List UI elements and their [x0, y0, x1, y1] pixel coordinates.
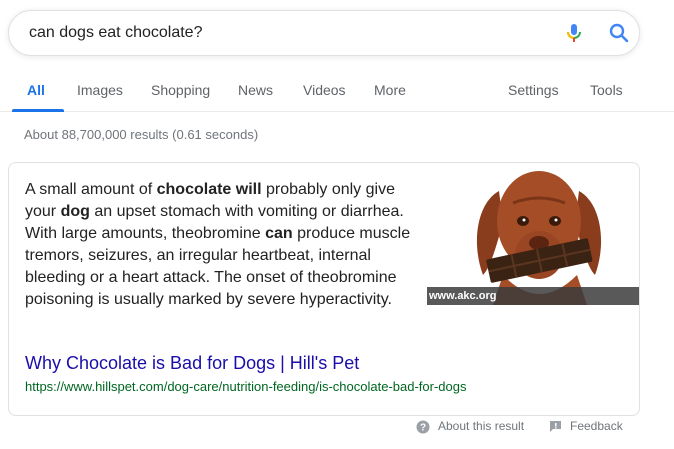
tab-settings[interactable]: Settings — [508, 82, 559, 98]
result-url[interactable]: https://www.hillspet.com/dog-care/nutrit… — [25, 379, 467, 394]
search-input[interactable] — [29, 11, 549, 55]
tab-all[interactable]: All — [27, 82, 45, 98]
featured-snippet: A small amount of chocolate will probabl… — [8, 162, 640, 416]
tab-shopping[interactable]: Shopping — [151, 82, 210, 98]
dog-with-chocolate-image — [427, 163, 639, 305]
tab-images[interactable]: Images — [77, 82, 123, 98]
feedback-icon — [550, 421, 561, 433]
mic-icon[interactable] — [562, 21, 586, 45]
tab-tools[interactable]: Tools — [590, 82, 623, 98]
snippet-bold: can — [265, 225, 293, 242]
snippet-part: A small amount of — [25, 181, 157, 198]
about-label: About this result — [438, 419, 525, 433]
help-icon: ? — [416, 420, 430, 434]
search-tabs: All Images Shopping News Videos More Set… — [0, 58, 674, 112]
active-tab-indicator — [12, 109, 64, 112]
svg-text:?: ? — [420, 422, 426, 433]
tab-videos[interactable]: Videos — [303, 82, 346, 98]
snippet-bold: chocolate will — [156, 181, 262, 198]
search-bar — [8, 10, 640, 56]
tab-more[interactable]: More — [374, 82, 406, 98]
tab-news[interactable]: News — [238, 82, 273, 98]
snippet-bold: dog — [60, 203, 90, 220]
snippet-image[interactable]: www.akc.org — [427, 163, 639, 305]
search-icon[interactable] — [607, 21, 631, 45]
feedback-label: Feedback — [570, 419, 623, 433]
image-source-caption: www.akc.org — [427, 287, 639, 305]
result-title-link[interactable]: Why Chocolate is Bad for Dogs | Hill's P… — [25, 353, 359, 374]
snippet-text: A small amount of chocolate will probabl… — [25, 179, 417, 311]
feedback-link[interactable]: Feedback — [549, 419, 623, 433]
result-stats: About 88,700,000 results (0.61 seconds) — [24, 127, 259, 142]
about-this-result[interactable]: ? About this result — [416, 419, 524, 434]
